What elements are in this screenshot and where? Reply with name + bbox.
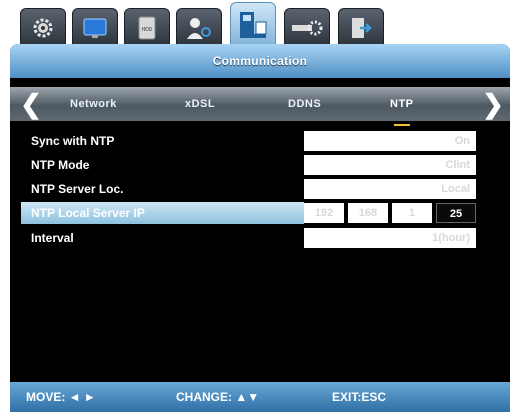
setting-label: NTP Server Loc. xyxy=(31,182,124,196)
setting-label: Sync with NTP xyxy=(31,134,115,148)
hdd-icon: HDD xyxy=(138,16,156,40)
page-title: Communication xyxy=(10,44,510,78)
top-menu-tabs: HDD xyxy=(20,0,392,48)
svg-text:HDD: HDD xyxy=(142,27,153,33)
tab-ddns[interactable]: DDNS xyxy=(288,87,321,121)
interval-value[interactable]: 1(hour) xyxy=(304,228,476,248)
monitor-icon xyxy=(83,18,107,38)
tab-network-settings[interactable]: Network xyxy=(70,87,117,121)
setting-label: NTP Local Server IP xyxy=(31,206,145,220)
tab-exit[interactable] xyxy=(338,8,384,48)
ip-octet-2[interactable]: 168 xyxy=(348,203,388,223)
network-icon xyxy=(240,12,267,38)
user-icon xyxy=(187,18,211,39)
tab-storage[interactable]: HDD xyxy=(124,8,170,48)
settings-panel: Communication ❮ Network xDSL DDNS NTP ❯ … xyxy=(10,44,510,412)
tab-ntp[interactable]: NTP xyxy=(390,87,414,126)
ip-octet-3[interactable]: 1 xyxy=(392,203,432,223)
change-hint: CHANGE: ▲▼ xyxy=(176,390,260,404)
exit-door-icon xyxy=(352,18,372,38)
ntp-server-loc-value[interactable]: Local xyxy=(304,179,476,199)
setting-ntp-local-server-ip[interactable]: NTP Local Server IP 192 168 1 25 xyxy=(21,202,486,224)
active-tab-underline xyxy=(394,124,410,126)
tab-network[interactable] xyxy=(230,2,276,48)
ip-octet-1[interactable]: 192 xyxy=(304,203,344,223)
setting-label: NTP Mode xyxy=(31,158,90,172)
exit-hint: EXIT:ESC xyxy=(332,390,387,404)
tab-system[interactable] xyxy=(284,8,330,48)
setting-ntp-mode[interactable]: NTP Mode Clint xyxy=(21,154,486,176)
tab-camera[interactable] xyxy=(72,8,118,48)
sub-tab-bar: ❮ Network xDSL DDNS NTP ❯ xyxy=(10,87,510,126)
prev-tab-arrow[interactable]: ❮ xyxy=(18,87,44,121)
system-settings-icon xyxy=(292,20,323,36)
tab-display-settings[interactable] xyxy=(20,8,66,48)
help-bar: MOVE: ◄ ► CHANGE: ▲▼ EXIT:ESC xyxy=(10,382,510,412)
setting-label: Interval xyxy=(31,231,74,245)
move-hint: MOVE: ◄ ► xyxy=(26,390,96,404)
tab-user[interactable] xyxy=(176,8,222,48)
ntp-mode-value[interactable]: Clint xyxy=(304,155,476,175)
setting-interval[interactable]: Interval 1(hour) xyxy=(21,227,486,249)
gear-icon xyxy=(33,18,53,38)
ip-octet-4[interactable]: 25 xyxy=(436,203,476,223)
setting-ntp-server-loc[interactable]: NTP Server Loc. Local xyxy=(21,178,486,200)
tab-xdsl[interactable]: xDSL xyxy=(185,87,215,121)
sync-with-ntp-value[interactable]: On xyxy=(304,131,476,151)
setting-sync-with-ntp[interactable]: Sync with NTP On xyxy=(21,130,486,152)
next-tab-arrow[interactable]: ❯ xyxy=(480,87,506,121)
